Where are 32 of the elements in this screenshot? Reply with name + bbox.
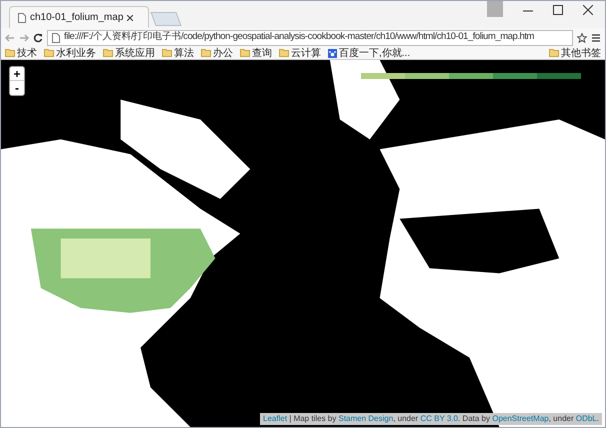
maximize-icon[interactable] xyxy=(553,5,563,15)
folder-icon xyxy=(279,49,289,57)
bookmark[interactable]: 系统应用 xyxy=(103,46,155,60)
bookmark[interactable]: 水利业务 xyxy=(44,46,96,60)
folder-icon xyxy=(549,49,559,57)
folder-icon xyxy=(5,49,15,57)
bookmark[interactable]: 云计算 xyxy=(279,46,321,60)
page-icon xyxy=(52,32,60,42)
bookmark[interactable]: 百度一下,你就... xyxy=(328,46,410,60)
menu-icon[interactable] xyxy=(591,32,601,42)
folder-icon xyxy=(240,49,250,57)
page-icon xyxy=(18,12,26,22)
attribution-text: Leaflet | Map tiles by Stamen Design, under CC BY 3.0. Data by OpenStreetMap, under ODbL. xyxy=(260,413,602,425)
reload-icon[interactable] xyxy=(33,32,43,42)
folder-icon xyxy=(201,49,211,57)
folder-icon xyxy=(162,49,172,57)
star-icon[interactable] xyxy=(577,32,587,42)
bookmark[interactable]: 技术 xyxy=(5,46,37,60)
bookmark[interactable]: 办公 xyxy=(201,46,233,60)
browser-tab[interactable]: ch10-01_folium_map xyxy=(9,6,149,28)
folder-icon xyxy=(44,49,54,57)
address-bar[interactable]: file:///F:/个人资料/打印电子书/code/python-geospatial-analysis-cookbook-master/ch10/www/html/ch10-01_folium_map.htm xyxy=(47,30,573,46)
bookmark[interactable]: 算法 xyxy=(162,46,194,60)
close-icon[interactable] xyxy=(127,14,134,20)
bookmark[interactable]: 查询 xyxy=(240,46,272,60)
zoom-out-button[interactable]: - xyxy=(10,81,24,95)
map-drawing[interactable]: + - Leaflet | Map tiles by Stamen Design, under CC BY 3.0. Data by OpenStreetMap, under ODbL. xyxy=(1,60,605,427)
close-icon[interactable] xyxy=(583,5,593,15)
folder-icon xyxy=(103,49,113,57)
other-bookmarks[interactable]: 其他书签 xyxy=(549,46,601,60)
zoom-in-button[interactable]: + xyxy=(10,67,24,81)
url-text: file:///F:/个人资料/打印电子书/code/python-geospatial-analysis-cookbook-master/ch10/www/html/ch10-01_folium_map.htm xyxy=(64,30,534,44)
